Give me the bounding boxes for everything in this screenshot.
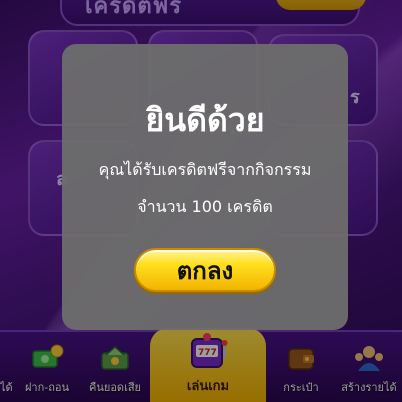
dialog-amount: จำนวน 100 เครดิต — [137, 197, 273, 216]
success-dialog: ยินดีด้วย คุณได้รับเครดิตฟรีจากกิจกรรม จ… — [62, 44, 348, 330]
ok-button[interactable]: ตกลง — [134, 248, 276, 292]
dialog-message: คุณได้รับเครดิตฟรีจากกิจกรรม — [98, 160, 312, 179]
dialog-title: ยินดีด้วย — [145, 101, 265, 139]
